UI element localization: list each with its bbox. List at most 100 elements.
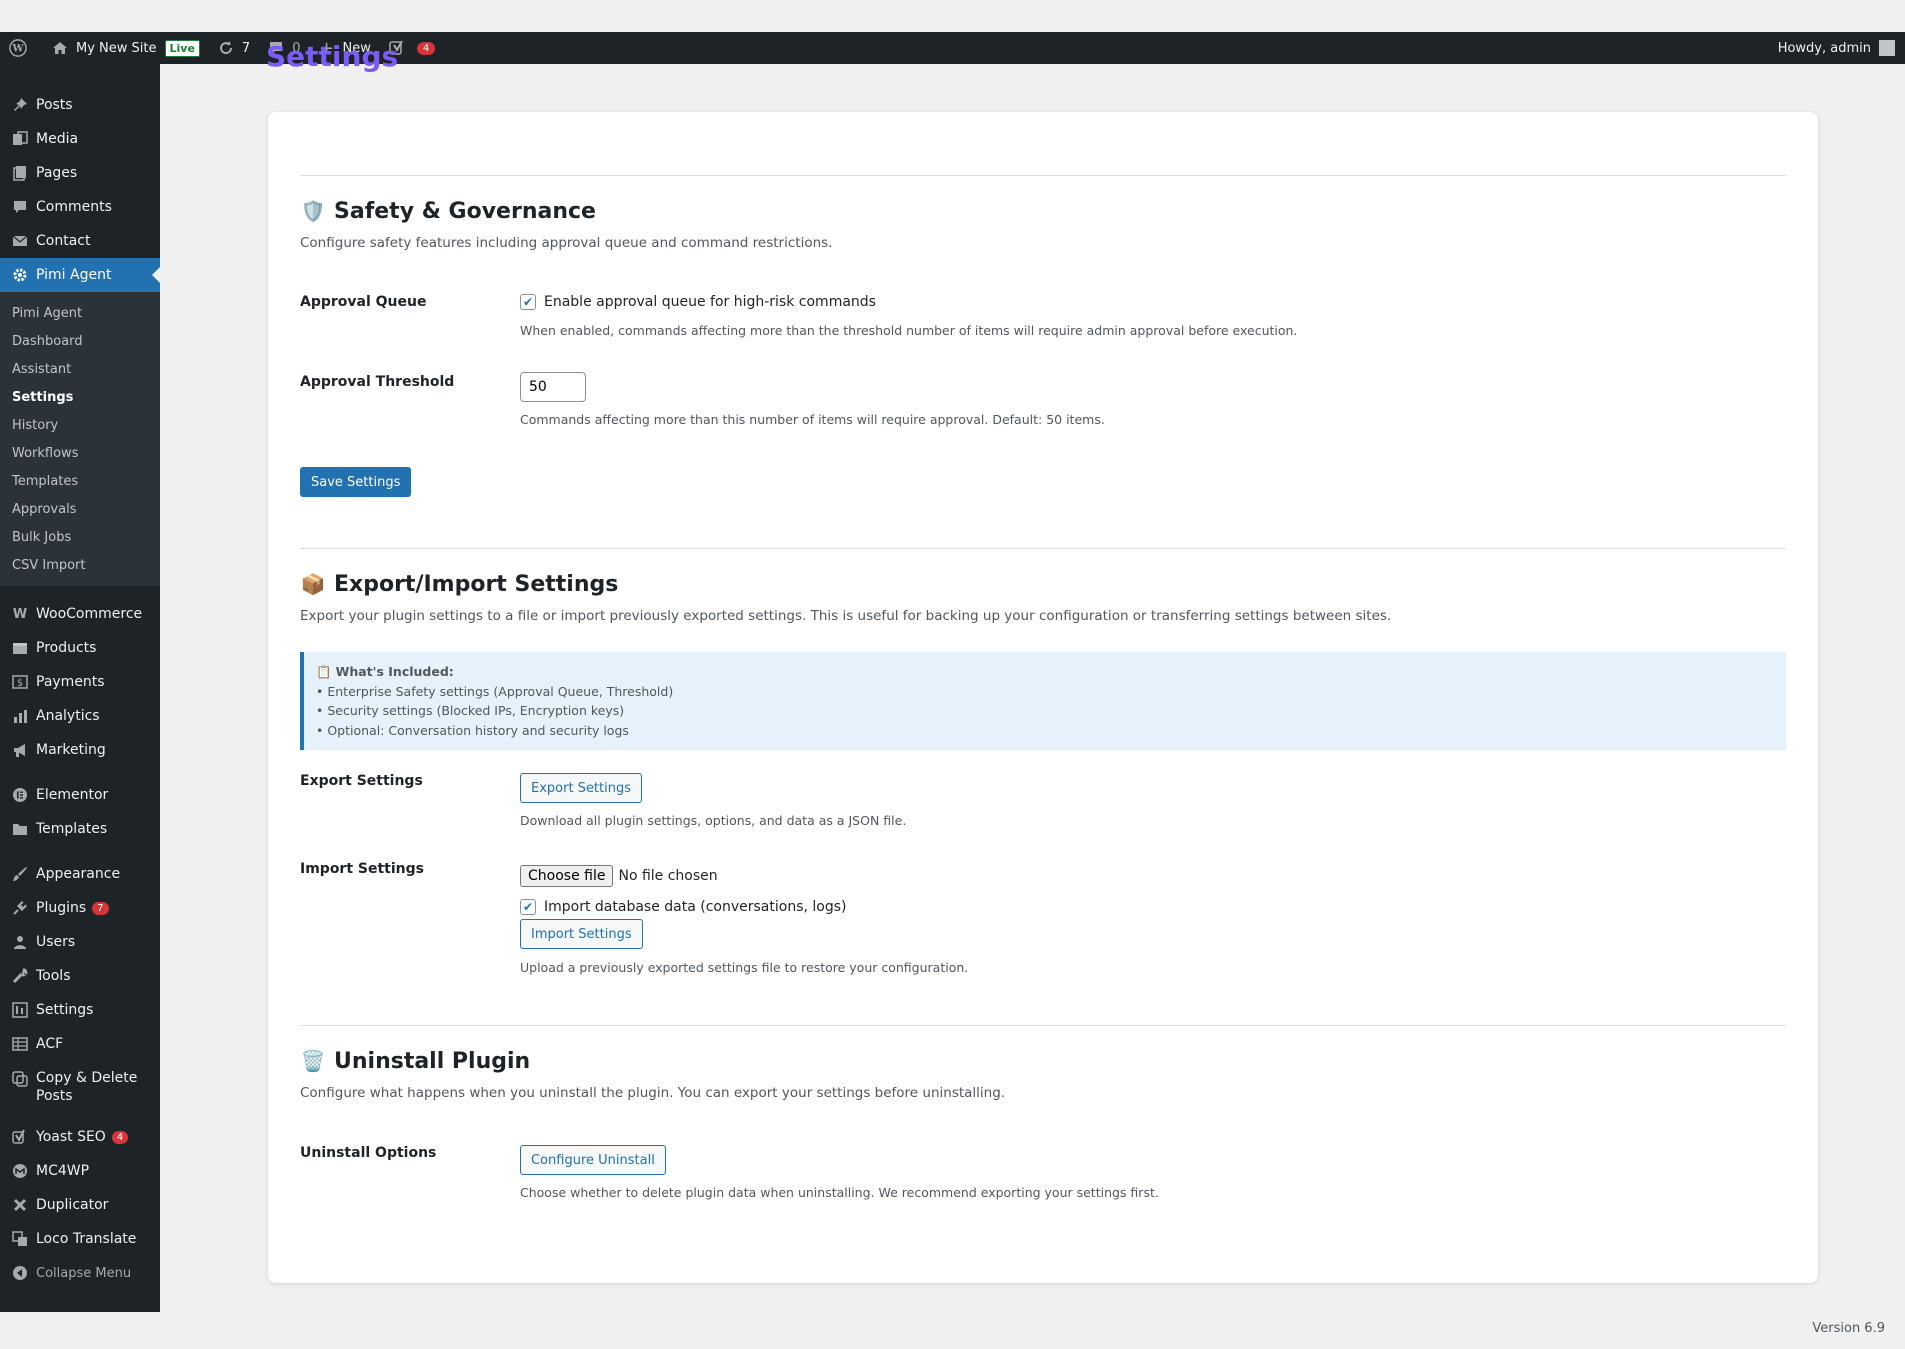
divider [300,175,1786,176]
menu-media[interactable]: Media [0,122,160,156]
yoast-icon [10,1127,30,1147]
export-import-section-desc: Export your plugin settings to a file or… [300,608,1392,624]
updates-icon [216,38,236,58]
wordpress-icon: W [8,38,28,58]
menu-analytics[interactable]: Analytics [0,699,160,733]
menu-settings[interactable]: Settings [0,993,160,1027]
gear-icon [10,265,30,285]
export-settings-button[interactable]: Export Settings [520,773,643,803]
payments-icon: $ [10,672,30,692]
approval-queue-checkbox-label: Enable approval queue for high-risk comm… [544,294,876,310]
submenu-workflows[interactable]: Workflows [0,439,160,467]
divider [300,1025,1786,1026]
submenu-bulk-jobs[interactable]: Bulk Jobs [0,523,160,551]
uninstall-options-label: Uninstall Options [300,1145,437,1161]
approval-queue-help: When enabled, commands affecting more th… [520,323,1298,338]
export-settings-field: Export Settings [520,773,643,803]
updates-link[interactable]: 7 [208,32,258,64]
menu-plugins[interactable]: Plugins 7 [0,891,160,925]
submenu-dashboard[interactable]: Dashboard [0,327,160,355]
submenu-settings[interactable]: Settings [0,383,160,411]
menu-pages[interactable]: Pages [0,156,160,190]
menu-loco-translate[interactable]: Loco Translate [0,1222,160,1256]
site-name-link[interactable]: My New Site Live [42,32,208,64]
avatar[interactable] [1879,40,1895,56]
mc4wp-icon [10,1161,30,1181]
menu-users[interactable]: Users [0,925,160,959]
menu-mc4wp[interactable]: MC4WP [0,1154,160,1188]
save-settings-button[interactable]: Save Settings [300,467,412,497]
menu-comments[interactable]: Comments [0,190,160,224]
menu-elementor[interactable]: Elementor [0,778,160,812]
menu-yoast-seo[interactable]: Yoast SEO 4 [0,1120,160,1154]
configure-uninstall-button[interactable]: Configure Uninstall [520,1145,666,1175]
live-badge: Live [164,39,200,57]
collapse-icon [10,1263,30,1283]
page-title: Settings [266,40,399,73]
menu-woocommerce[interactable]: W WooCommerce [0,597,160,631]
shield-icon: 🛡️ [300,199,326,223]
approval-threshold-input[interactable] [520,372,586,402]
submenu-history[interactable]: History [0,411,160,439]
submenu-pimi-agent[interactable]: Pimi Agent [0,299,160,327]
comments-icon [10,197,30,217]
menu-tools[interactable]: Tools [0,959,160,993]
import-settings-help: Upload a previously exported settings fi… [520,960,969,975]
menu-contact[interactable]: Contact [0,224,160,258]
uninstall-section-desc: Configure what happens when you uninstal… [300,1085,1006,1101]
pin-icon [10,95,30,115]
plugins-update-badge: 7 [92,901,109,915]
menu-templates[interactable]: Templates [0,812,160,846]
clipboard-icon: 📋 [316,664,332,679]
approval-threshold-field [520,372,586,402]
analytics-icon [10,706,30,726]
uninstall-help: Choose whether to delete plugin data whe… [520,1185,1159,1200]
site-name: My New Site [76,40,157,56]
menu-pimi-agent[interactable]: Pimi Agent [0,258,160,292]
menu-posts[interactable]: Posts [0,88,160,122]
approval-queue-label: Approval Queue [300,294,427,310]
menu-payments[interactable]: $ Payments [0,665,160,699]
pimi-agent-submenu: Pimi Agent Dashboard Assistant Settings … [0,292,160,586]
svg-text:W: W [11,44,24,55]
updates-count: 7 [241,40,251,56]
wrench-icon [10,966,30,986]
menu-appearance[interactable]: Appearance [0,857,160,891]
submenu-csv-import[interactable]: CSV Import [0,551,160,579]
approval-threshold-label: Approval Threshold [300,374,455,390]
menu-copy-delete-posts[interactable]: Copy & Delete Posts [0,1061,160,1109]
top-margin [0,0,1905,32]
no-file-chosen: No file chosen [618,868,718,884]
approval-queue-checkbox[interactable]: ✔ [520,294,536,310]
submenu-templates[interactable]: Templates [0,467,160,495]
submenu-approvals[interactable]: Approvals [0,495,160,523]
howdy-link[interactable]: Howdy, admin [1778,41,1871,56]
wordpress-logo[interactable]: W [0,32,42,64]
pages-icon [10,163,30,183]
media-icon [10,129,30,149]
mail-icon [10,231,30,251]
menu-acf[interactable]: ACF [0,1027,160,1061]
paintbrush-icon [10,864,30,884]
collapse-menu-button[interactable]: Collapse Menu [0,1256,160,1290]
whats-included-notice: 📋 What's Included: • Enterprise Safety s… [300,652,1786,750]
import-settings-label: Import Settings [300,861,424,877]
submenu-assistant[interactable]: Assistant [0,355,160,383]
copy-icon [10,1069,30,1089]
safety-section-title: 🛡️ Safety & Governance [300,198,596,224]
translate-icon [10,1229,30,1249]
wp-version: Version 6.9 [1812,1321,1885,1336]
import-db-checkbox-label: Import database data (conversations, log… [544,899,847,915]
settings-card: 🛡️ Safety & Governance Configure safety … [268,112,1818,1283]
menu-products[interactable]: Products [0,631,160,665]
approval-queue-field: ✔ Enable approval queue for high-risk com… [520,294,876,310]
menu-duplicator[interactable]: Duplicator [0,1188,160,1222]
woocommerce-icon: W [12,606,28,622]
table-icon [10,1034,30,1054]
menu-marketing[interactable]: Marketing [0,733,160,767]
products-icon [10,638,30,658]
import-settings-button[interactable]: Import Settings [520,919,643,949]
choose-file-button[interactable]: Choose file [520,865,614,887]
import-db-checkbox[interactable]: ✔ [520,899,536,915]
uninstall-options-field: Configure Uninstall [520,1145,666,1175]
